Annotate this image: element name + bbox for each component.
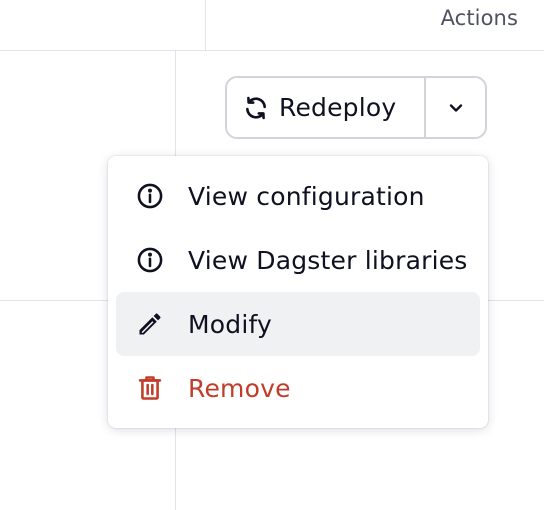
redeploy-split-button: Redeploy <box>225 76 487 139</box>
menu-item-label: Modify <box>188 309 273 339</box>
redeploy-label: Redeploy <box>279 93 397 122</box>
chevron-down-icon <box>446 98 466 118</box>
page: Actions Redeploy View configuration View… <box>0 0 544 510</box>
trash-icon <box>134 372 166 404</box>
pencil-icon <box>134 308 166 340</box>
info-icon <box>134 180 166 212</box>
menu-item-label: Remove <box>188 373 291 403</box>
actions-column-header: Actions <box>440 6 518 30</box>
info-icon <box>134 244 166 276</box>
menu-item-view-dagster-libraries[interactable]: View Dagster libraries <box>116 228 480 292</box>
redeploy-dropdown-toggle[interactable] <box>426 78 485 137</box>
menu-item-label: View Dagster libraries <box>188 245 468 275</box>
menu-item-remove[interactable]: Remove <box>116 356 480 420</box>
table-header-divider <box>0 50 544 51</box>
redeploy-dropdown-menu: View configuration View Dagster librarie… <box>108 156 488 428</box>
table-column-divider <box>205 0 206 50</box>
menu-item-label: View configuration <box>188 181 425 211</box>
refresh-icon <box>243 95 269 121</box>
menu-item-view-configuration[interactable]: View configuration <box>116 164 480 228</box>
redeploy-button[interactable]: Redeploy <box>227 78 424 137</box>
menu-item-modify[interactable]: Modify <box>116 292 480 356</box>
